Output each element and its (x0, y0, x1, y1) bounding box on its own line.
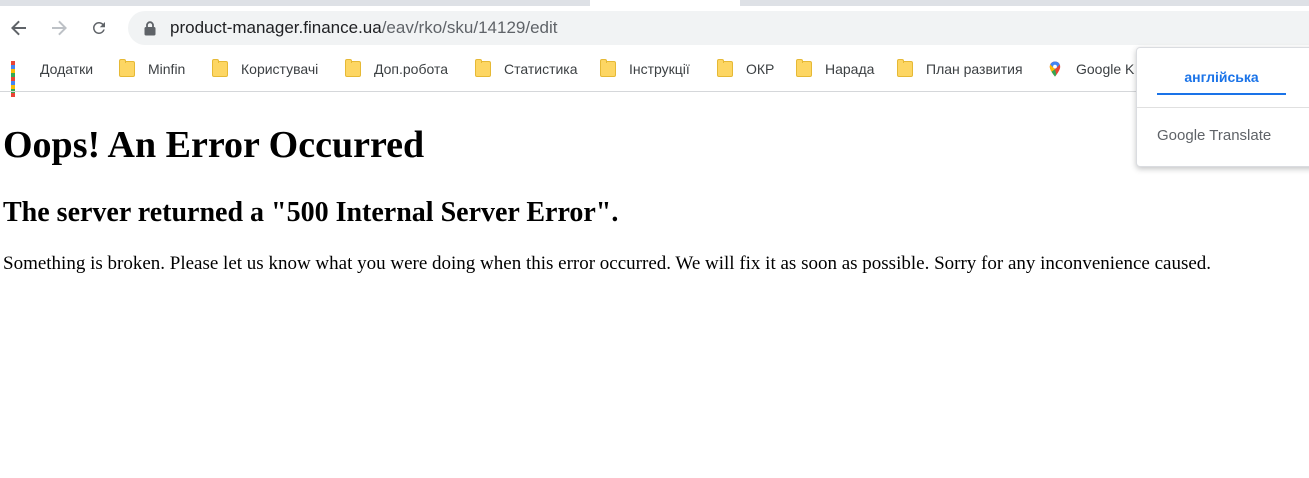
back-arrow-icon (11, 20, 26, 36)
reload-button[interactable] (83, 12, 115, 44)
address-bar[interactable]: product-manager.finance.ua/eav/rko/sku/1… (128, 11, 1309, 45)
page-content: Oops! An Error Occurred The server retur… (3, 92, 1303, 276)
bookmark-label: Нарада (825, 61, 875, 77)
bookmark-folder-meeting[interactable]: Нарада (796, 54, 874, 84)
error-message: Something is broken. Please let us know … (3, 253, 1212, 274)
bookmark-label: Доп.робота (374, 61, 449, 77)
bookmark-label: Інструкції (629, 61, 690, 77)
bookmark-label: Google K (1076, 61, 1135, 77)
folder-icon (600, 59, 616, 77)
bookmark-folder-statistics[interactable]: Статистика (475, 54, 578, 84)
bookmark-folder-development-plan[interactable]: План развития (897, 54, 1023, 84)
bookmark-folder-minfin[interactable]: Minfin (119, 54, 185, 84)
browser-toolbar: product-manager.finance.ua/eav/rko/sku/1… (0, 6, 1309, 50)
bookmark-label: ОКР (746, 61, 775, 77)
folder-icon (796, 59, 812, 77)
bookmark-label: План развития (926, 61, 1023, 77)
url-host: product-manager.finance.ua (170, 18, 382, 37)
folder-icon (475, 59, 491, 77)
apps-icon (11, 61, 27, 97)
bookmark-google-maps[interactable]: Google K (1047, 54, 1134, 84)
language-tab[interactable]: англійська (1157, 58, 1286, 96)
back-button[interactable] (3, 12, 35, 44)
bookmark-folder-extra-work[interactable]: Доп.робота (345, 54, 448, 84)
forward-arrow-icon (52, 20, 67, 36)
bookmark-label: Користувачі (241, 61, 319, 77)
error-subtitle: The server returned a "500 Internal Serv… (3, 197, 619, 228)
forward-button[interactable] (43, 12, 75, 44)
google-translate-logo: Google Translate (1157, 127, 1272, 144)
lock-icon (142, 20, 158, 36)
url-path: /eav/rko/sku/14129/edit (381, 18, 558, 37)
folder-icon (119, 59, 135, 77)
bookmark-label: Minfin (148, 61, 186, 77)
browser-chrome: product-manager.finance.ua/eav/rko/sku/1… (0, 0, 1309, 97)
bookmark-folder-users[interactable]: Користувачі (212, 54, 318, 84)
folder-icon (717, 59, 733, 77)
google-maps-icon (1047, 61, 1063, 77)
bookmark-folder-okr[interactable]: ОКР (717, 54, 774, 84)
popup-divider (1137, 107, 1309, 108)
bookmarks-bar: Додатки Minfin Користувачі Доп.робота Ст… (0, 54, 1309, 97)
url-text[interactable]: product-manager.finance.ua/eav/rko/sku/1… (170, 18, 557, 38)
page-title: Oops! An Error Occurred (3, 124, 425, 166)
bookmark-label: Додатки (40, 61, 94, 77)
google-translate-popup: англійська Google Translate (1136, 47, 1309, 167)
reload-icon (92, 21, 105, 34)
folder-icon (897, 59, 913, 77)
folder-icon (345, 59, 361, 77)
bookmark-apps[interactable]: Додатки (11, 54, 94, 97)
folder-icon (212, 59, 228, 77)
language-tab-underline (1157, 93, 1286, 95)
bookmark-label: Статистика (504, 61, 578, 77)
bookmark-folder-instructions[interactable]: Інструкції (600, 54, 690, 84)
